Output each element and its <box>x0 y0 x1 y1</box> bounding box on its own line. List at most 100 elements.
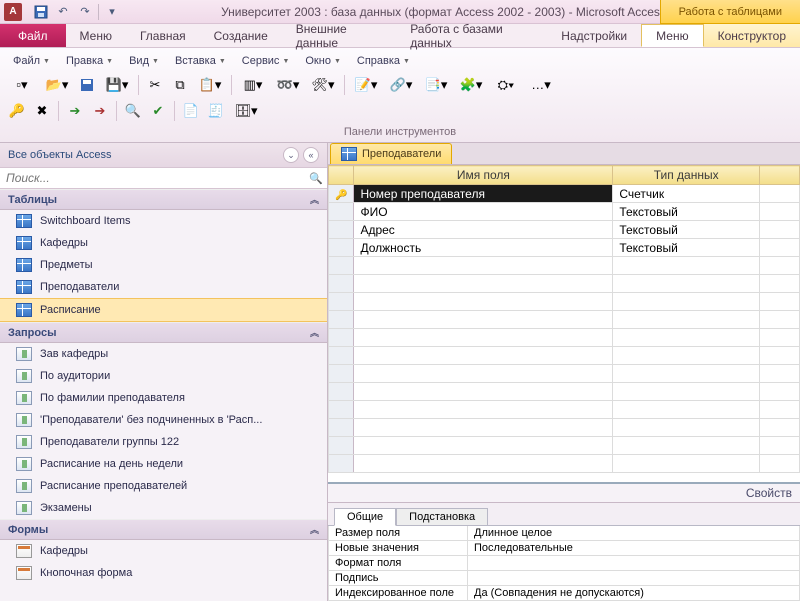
menu-файл[interactable]: Файл▼ <box>6 52 57 70</box>
nav-item[interactable]: Предметы <box>0 254 327 276</box>
field-row-empty[interactable] <box>329 419 800 437</box>
property-tab-1[interactable]: Подстановка <box>396 508 488 526</box>
field-name-cell[interactable]: Адрес <box>354 221 613 239</box>
ribbon-tab-надстройки[interactable]: Надстройки <box>547 24 641 47</box>
field-row-empty[interactable] <box>329 347 800 365</box>
row-selector[interactable]: 🔑 <box>329 185 354 203</box>
nav-item[interactable]: Кафедры <box>0 232 327 254</box>
document-tab[interactable]: Преподаватели <box>330 143 452 164</box>
ribbon-tab-меню[interactable]: Меню <box>641 24 703 47</box>
ribbon-tab-создание[interactable]: Создание <box>200 24 282 47</box>
menu-правка[interactable]: Правка▼ <box>59 52 120 70</box>
cut-icon[interactable]: ✂ <box>144 74 166 96</box>
nav-scroll[interactable]: Таблицы︽Switchboard ItemsКафедрыПредметы… <box>0 189 327 601</box>
menu-справка[interactable]: Справка▼ <box>350 52 417 70</box>
indexes-icon[interactable]: 📑▾ <box>420 74 452 96</box>
ribbon-tab-внешние данные[interactable]: Внешние данные <box>282 24 396 47</box>
insert-rows-icon[interactable]: ➿▾ <box>272 74 304 96</box>
menu-вид[interactable]: Вид▼ <box>122 52 166 70</box>
field-row-empty[interactable] <box>329 455 800 473</box>
field-type-cell[interactable]: Текстовый <box>613 221 760 239</box>
field-row-empty[interactable] <box>329 275 800 293</box>
property-value[interactable]: Да (Совпадения не допускаются) <box>468 586 800 601</box>
relations-icon[interactable]: 🔗▾ <box>385 74 417 96</box>
nav-header[interactable]: Все объекты Access ⌄ « <box>0 143 327 168</box>
test-rules-icon[interactable]: ✔ <box>147 100 169 122</box>
row-delete-icon[interactable]: ➔ <box>89 100 111 122</box>
primary-key-icon[interactable]: 🔑 <box>6 100 28 122</box>
field-row[interactable]: 🔑Номер преподавателяСчетчик <box>329 185 800 203</box>
menu-окно[interactable]: Окно▼ <box>298 52 348 70</box>
ribbon-tab-конструктор[interactable]: Конструктор <box>704 24 800 47</box>
field-row-empty[interactable] <box>329 437 800 455</box>
undo-icon[interactable]: ↶ <box>54 3 72 21</box>
field-row-empty[interactable] <box>329 329 800 347</box>
row-selector[interactable] <box>329 239 354 257</box>
nav-group-формы[interactable]: Формы︽ <box>0 519 327 540</box>
database-tools-icon[interactable]: 🗄▾ <box>230 100 262 122</box>
row-selector[interactable] <box>329 203 354 221</box>
paste-icon[interactable]: 📋▾ <box>194 74 226 96</box>
analyze-icon[interactable]: 🧩▾ <box>455 74 487 96</box>
menu-сервис[interactable]: Сервис▼ <box>235 52 297 70</box>
object-deps-icon[interactable]: 🧾 <box>205 100 227 122</box>
nav-item[interactable]: Преподаватели <box>0 276 327 298</box>
property-value[interactable] <box>468 556 800 571</box>
nav-collapse-icon[interactable]: « <box>303 147 319 163</box>
field-name-cell[interactable]: Должность <box>354 239 613 257</box>
field-row[interactable]: ФИОТекстовый <box>329 203 800 221</box>
nav-item[interactable]: Преподаватели группы 122 <box>0 431 327 453</box>
field-row-empty[interactable] <box>329 365 800 383</box>
property-sheet-icon[interactable]: 📄 <box>180 100 202 122</box>
save-as-icon[interactable]: 💾▾ <box>101 74 133 96</box>
save-icon[interactable] <box>32 3 50 21</box>
row-selector[interactable] <box>329 221 354 239</box>
builder-icon[interactable]: 🛠▾ <box>307 74 339 96</box>
nav-item[interactable]: 'Преподаватели' без подчиненных в 'Расп.… <box>0 409 327 431</box>
ribbon-tab-работа с базами данных[interactable]: Работа с базами данных <box>396 24 547 47</box>
field-row[interactable]: АдресТекстовый <box>329 221 800 239</box>
view-icon[interactable]: ▥▾ <box>237 74 269 96</box>
redo-icon[interactable]: ↷ <box>76 3 94 21</box>
field-type-cell[interactable]: Текстовый <box>613 239 760 257</box>
delete-row-icon[interactable]: ✖ <box>31 100 53 122</box>
search-icon[interactable]: 🔍 <box>305 172 327 185</box>
nav-item[interactable]: По фамилии преподавателя <box>0 387 327 409</box>
search-input[interactable] <box>0 168 305 188</box>
lookup-icon[interactable]: 🔍 <box>122 100 144 122</box>
field-type-cell[interactable]: Текстовый <box>613 203 760 221</box>
field-row-empty[interactable] <box>329 293 800 311</box>
field-row-empty[interactable] <box>329 383 800 401</box>
nav-item[interactable]: Расписание на день недели <box>0 453 327 475</box>
design-grid[interactable]: Имя поляТип данных🔑Номер преподавателяСч… <box>328 165 800 482</box>
more-icon[interactable]: …▾ <box>525 74 557 96</box>
save-button[interactable] <box>76 74 98 96</box>
open-icon[interactable]: 📂▾ <box>41 74 73 96</box>
nav-item[interactable]: Кнопочная форма <box>0 562 327 584</box>
field-row-empty[interactable] <box>329 401 800 419</box>
property-tab-0[interactable]: Общие <box>334 508 396 526</box>
copy-icon[interactable]: ⧉ <box>169 74 191 96</box>
ribbon-tab-меню[interactable]: Меню <box>66 24 126 47</box>
nav-group-запросы[interactable]: Запросы︽ <box>0 322 327 343</box>
field-row-empty[interactable] <box>329 257 800 275</box>
field-row[interactable]: ДолжностьТекстовый <box>329 239 800 257</box>
nav-filter-icon[interactable]: ⌄ <box>283 147 299 163</box>
field-row-empty[interactable] <box>329 311 800 329</box>
nav-item[interactable]: Кафедры <box>0 540 327 562</box>
row-insert-icon[interactable]: ➔ <box>64 100 86 122</box>
property-value[interactable] <box>468 571 800 586</box>
property-value[interactable]: Последовательные <box>468 541 800 556</box>
nav-item[interactable]: Switchboard Items <box>0 210 327 232</box>
qat-customize-icon[interactable]: ▾ <box>103 3 121 21</box>
field-name-cell[interactable]: ФИО <box>354 203 613 221</box>
field-type-cell[interactable]: Счетчик <box>613 185 760 203</box>
nav-item[interactable]: Зав кафедры <box>0 343 327 365</box>
nav-item[interactable]: По аудитории <box>0 365 327 387</box>
property-value[interactable]: Длинное целое <box>468 526 800 541</box>
nav-item[interactable]: Расписание преподавателей <box>0 475 327 497</box>
new-icon[interactable]: ▫▾ <box>6 74 38 96</box>
field-name-cell[interactable]: Номер преподавателя <box>354 185 613 203</box>
nav-item[interactable]: Расписание <box>0 298 327 322</box>
nav-item[interactable]: Экзамены <box>0 497 327 519</box>
